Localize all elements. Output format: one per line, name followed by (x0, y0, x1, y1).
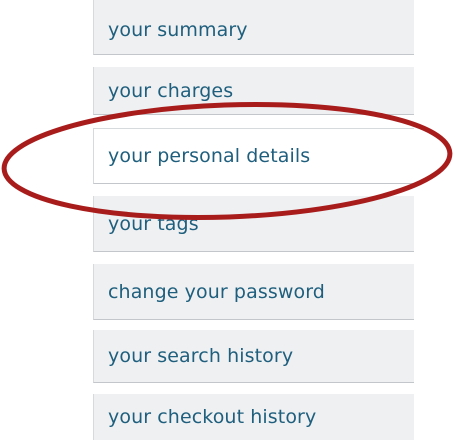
menu-item-label: your personal details (108, 145, 311, 167)
menu-item-label: your tags (108, 212, 199, 235)
menu-item-your-tags[interactable]: your tags (93, 196, 414, 252)
menu-item-your-summary[interactable]: your summary (93, 0, 414, 55)
menu-item-label: your search history (108, 345, 294, 367)
menu-item-your-charges[interactable]: your charges (93, 67, 414, 115)
menu-item-label: your charges (108, 79, 234, 102)
menu-item-label: change your password (108, 280, 325, 303)
menu-item-your-search-history[interactable]: your search history (93, 330, 414, 383)
menu-item-your-personal-details[interactable]: your personal details (93, 128, 414, 184)
menu-item-your-checkout-history[interactable]: your checkout history (93, 394, 414, 440)
menu-item-label: your summary (108, 19, 248, 41)
menu-item-label: your checkout history (108, 406, 317, 428)
menu-item-change-your-password[interactable]: change your password (93, 264, 414, 320)
